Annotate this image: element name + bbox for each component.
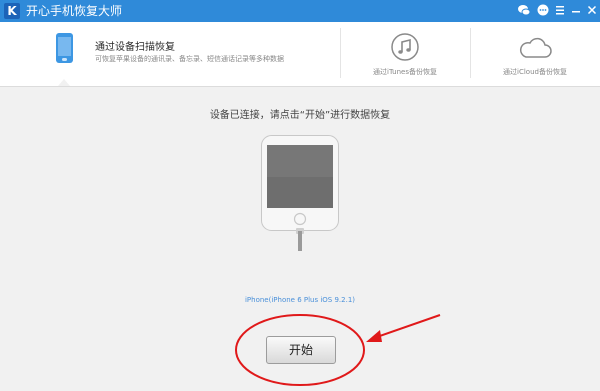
annotation-arrow-head <box>366 330 382 342</box>
highlight-circle <box>235 314 365 386</box>
annotation-arrow-shaft <box>373 314 441 339</box>
annotation-overlay <box>235 314 441 386</box>
